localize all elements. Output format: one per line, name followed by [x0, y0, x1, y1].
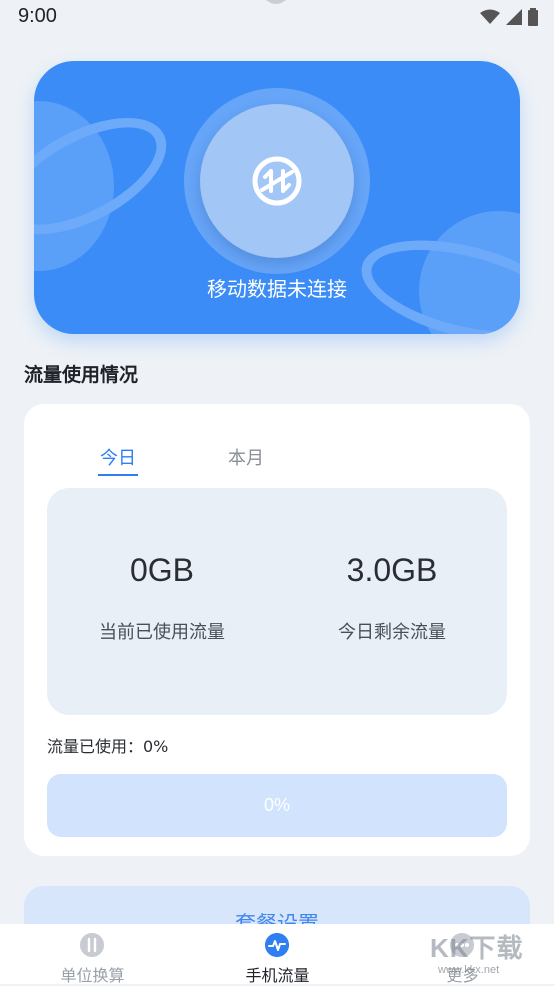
wifi-icon [480, 9, 500, 24]
status-bar: 9:00 [0, 0, 554, 34]
usage-percent-line: 流量已使用：0% [47, 737, 169, 756]
remaining-traffic-value: 3.0GB [346, 552, 438, 588]
unit-convert-icon [80, 933, 104, 957]
remaining-traffic-label: 今日剩余流量 [338, 622, 446, 643]
usage-card: 今日 本月 0GB 当前已使用流量 3.0GB 今日剩余流量 流量已使用：0% … [24, 404, 530, 856]
nav-mobile-traffic-label: 手机流量 [245, 966, 310, 985]
status-time: 9:00 [18, 5, 57, 27]
connection-status-text: 移动数据未连接 [207, 277, 347, 301]
nav-unit-conversion[interactable]: 单位换算 [0, 924, 185, 985]
watermark-main: KK下载 [430, 933, 524, 963]
tab-month[interactable]: 本月 [228, 444, 264, 470]
nav-unit-conversion-label: 单位换算 [60, 966, 125, 985]
tab-today[interactable]: 今日 [98, 444, 138, 476]
data-transfer-icon [252, 156, 302, 206]
usage-section-title: 流量使用情况 [24, 364, 139, 386]
battery-icon [528, 8, 538, 26]
usage-stats-panel: 0GB 当前已使用流量 3.0GB 今日剩余流量 [47, 488, 507, 715]
camera-cutout [262, 0, 290, 4]
mobile-data-card: 移动数据未连接 [34, 61, 520, 334]
watermark-logo: KK下载 www.kkx.net [430, 928, 550, 978]
watermark-url: www.kkx.net [438, 964, 500, 976]
status-icons [480, 8, 538, 26]
traffic-wave-icon [265, 933, 289, 957]
used-traffic-label: 当前已使用流量 [99, 622, 225, 643]
signal-icon [506, 9, 522, 25]
used-traffic-value: 0GB [129, 552, 195, 588]
usage-progress-bar: 0% [47, 774, 507, 837]
usage-progress-text: 0% [263, 795, 290, 815]
nav-mobile-traffic[interactable]: 手机流量 [185, 924, 370, 985]
